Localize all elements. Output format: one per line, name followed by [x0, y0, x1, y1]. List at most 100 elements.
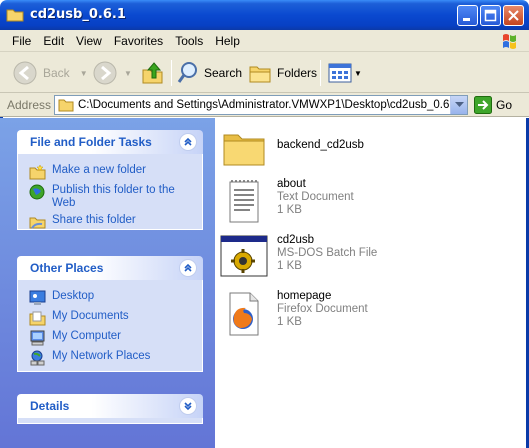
minimize-icon [463, 18, 470, 21]
toolbar: Back ▼ ▼ Search Folders ▼ [0, 52, 529, 93]
file-size: 1 KB [277, 260, 302, 272]
task-label: Share this folder [52, 214, 136, 226]
desktop-icon [29, 290, 46, 305]
views-dropdown-icon[interactable]: ▼ [354, 69, 362, 78]
file-type: Text Document [277, 191, 354, 203]
place-my-network-places[interactable]: My Network Places [29, 350, 202, 366]
forward-dropdown-icon[interactable]: ▼ [124, 69, 132, 78]
file-list-pane: backend_cd2usb about Text Document 1 KB … [215, 118, 529, 448]
menu-view[interactable]: View [70, 34, 108, 48]
toolbar-separator [171, 60, 172, 86]
minimize-button[interactable] [457, 5, 478, 26]
place-my-documents[interactable]: My Documents [29, 310, 202, 326]
file-name: cd2usb [277, 234, 315, 246]
views-button[interactable]: ▼ [328, 59, 362, 87]
go-label: Go [496, 98, 513, 112]
maximize-button[interactable] [480, 5, 501, 26]
toolbar-separator [320, 60, 321, 86]
forward-button[interactable]: ▼ [92, 59, 132, 87]
publish-web-icon [29, 184, 45, 200]
task-publish-web[interactable]: Publish this folder to the Web [29, 184, 202, 210]
back-arrow-icon [13, 61, 37, 85]
views-icon [328, 63, 352, 83]
details-panel: Details [17, 394, 203, 424]
task-label: Make a new folder [52, 164, 146, 176]
address-input[interactable]: C:\Documents and Settings\Administrator.… [54, 95, 468, 115]
expand-chevron-icon[interactable] [179, 397, 197, 415]
back-label: Back [43, 66, 70, 80]
place-my-computer[interactable]: My Computer [29, 330, 202, 346]
place-label: Desktop [52, 290, 95, 302]
task-pane: File and Folder Tasks Make a new folder … [0, 118, 215, 448]
address-label: Address [7, 98, 52, 112]
place-desktop[interactable]: Desktop [29, 290, 202, 306]
task-make-new-folder[interactable]: Make a new folder [29, 164, 202, 180]
other-places-header[interactable]: Other Places [17, 256, 203, 280]
file-folder-tasks-header[interactable]: File and Folder Tasks [17, 130, 203, 154]
file-item[interactable]: about Text Document 1 KB [220, 178, 520, 226]
file-item[interactable]: cd2usb MS-DOS Batch File 1 KB [220, 234, 520, 282]
back-dropdown-icon[interactable]: ▼ [80, 69, 88, 78]
share-folder-icon [29, 217, 46, 229]
new-folder-icon [29, 164, 46, 180]
file-folder-tasks-body: Make a new folder Publish this folder to… [17, 154, 203, 230]
window-title: cd2usb_0.6.1 [30, 7, 126, 22]
folders-icon [249, 66, 271, 83]
chevron-down-icon [454, 102, 464, 107]
network-places-icon [30, 350, 45, 366]
search-button[interactable]: Search [177, 59, 242, 87]
maximize-icon [484, 9, 497, 22]
folder-icon [223, 134, 265, 166]
menu-help[interactable]: Help [209, 34, 246, 48]
panel-title: Other Places [30, 261, 104, 275]
address-path: C:\Documents and Settings\Administrator.… [78, 99, 459, 111]
folders-label: Folders [277, 66, 318, 80]
task-label: Publish this folder to the Web [52, 184, 175, 209]
forward-arrow-icon [93, 61, 117, 85]
collapse-chevron-icon[interactable] [179, 133, 197, 151]
file-type: Firefox Document [277, 303, 368, 315]
place-label: My Computer [52, 330, 122, 342]
menu-tools[interactable]: Tools [169, 34, 209, 48]
up-folder-icon [142, 62, 163, 84]
file-name: backend_cd2usb [277, 139, 364, 151]
panel-title: Details [30, 399, 70, 413]
address-bar: Address C:\Documents and Settings\Admini… [0, 93, 529, 117]
panel-title: File and Folder Tasks [30, 135, 152, 149]
search-icon [177, 62, 197, 83]
close-icon [508, 10, 519, 21]
menu-favorites[interactable]: Favorites [108, 34, 169, 48]
windows-logo-icon [503, 34, 516, 49]
my-computer-icon [30, 330, 45, 346]
menu-edit[interactable]: Edit [37, 34, 70, 48]
title-bar[interactable]: cd2usb_0.6.1 [0, 0, 529, 30]
my-documents-icon [29, 311, 46, 326]
go-arrow-icon [474, 96, 492, 114]
menu-bar: File Edit View Favorites Tools Help [0, 30, 529, 52]
firefox-document-icon [229, 292, 259, 336]
menu-file[interactable]: File [6, 34, 37, 48]
task-share-folder[interactable]: Share this folder [29, 214, 202, 230]
other-places-body: Desktop My Documents My Computer My Netw… [17, 280, 203, 372]
file-item[interactable]: backend_cd2usb [220, 123, 520, 171]
up-folder-button[interactable] [140, 59, 166, 87]
text-document-icon [229, 180, 259, 223]
file-size: 1 KB [277, 204, 302, 216]
details-header[interactable]: Details [17, 394, 203, 418]
file-name: about [277, 178, 306, 190]
address-dropdown-button[interactable] [450, 96, 467, 114]
file-type: MS-DOS Batch File [277, 247, 378, 259]
go-button[interactable]: Go [474, 96, 512, 114]
other-places-panel: Other Places Desktop My Documents My Com… [17, 256, 203, 372]
file-size: 1 KB [277, 316, 302, 328]
folder-icon [6, 9, 24, 22]
back-button[interactable]: Back ▼ [12, 59, 88, 87]
folders-button[interactable]: Folders [248, 59, 317, 87]
file-name: homepage [277, 290, 332, 302]
file-item[interactable]: homepage Firefox Document 1 KB [220, 290, 520, 338]
folder-icon [58, 99, 74, 112]
close-button[interactable] [503, 5, 524, 26]
collapse-chevron-icon[interactable] [179, 259, 197, 277]
file-folder-tasks-panel: File and Folder Tasks Make a new folder … [17, 130, 203, 230]
details-body [17, 418, 203, 424]
